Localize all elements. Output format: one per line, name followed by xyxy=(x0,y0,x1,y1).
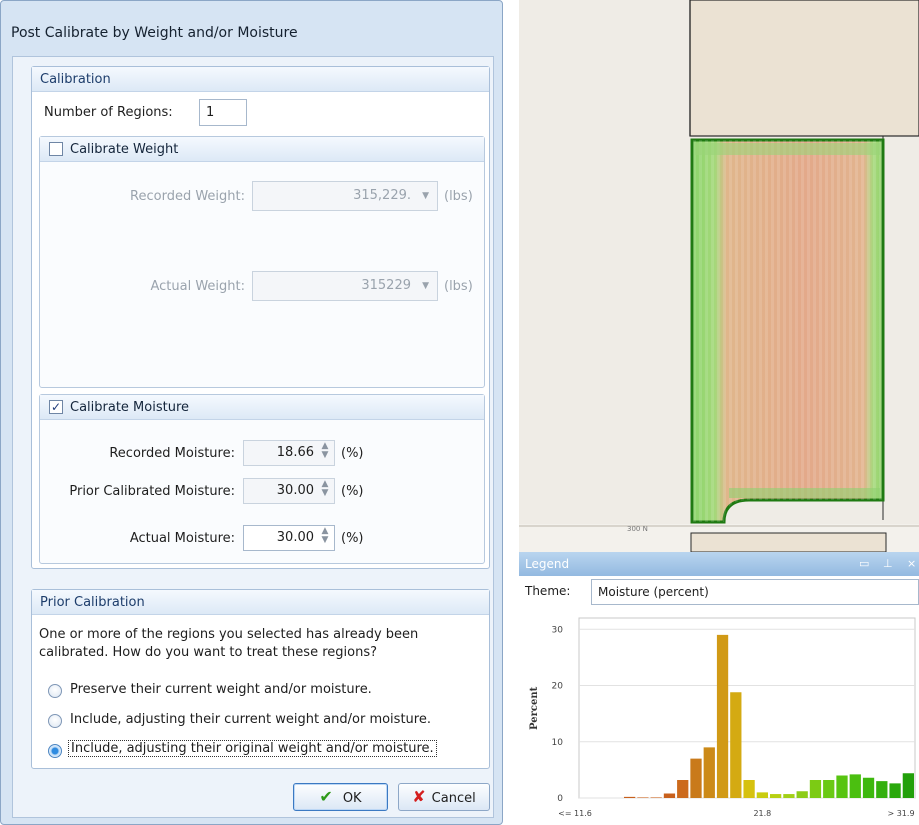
plot-area xyxy=(578,617,916,799)
theme-label: Theme: xyxy=(525,584,571,598)
x-tick-label: <= 11.6 xyxy=(558,809,592,818)
moisture-histogram: Percent 0 10 20 30 <= 11.6 21.8 > 31.9 xyxy=(529,617,916,818)
y-tick-label: 30 xyxy=(552,625,564,635)
calibrate-moisture-label: Calibrate Moisture xyxy=(70,400,190,415)
field-map: 300 N xyxy=(519,0,919,552)
field-headland-top xyxy=(695,143,880,155)
spinner-arrows-icon[interactable]: ▲ ▼ xyxy=(320,527,330,545)
weight-group: Calibrate Weight Recorded Weight: 315,22… xyxy=(39,136,485,388)
regions-field[interactable]: 1 xyxy=(199,99,247,126)
recorded-moisture-label: Recorded Moisture: xyxy=(109,446,235,461)
prior-moisture-field[interactable]: 30.00 ▲ ▼ xyxy=(243,478,335,504)
chevron-down-icon: ▼ xyxy=(422,281,429,291)
histogram-bar xyxy=(743,780,755,798)
regions-label: Number of Regions: xyxy=(44,105,173,120)
histogram-bar xyxy=(796,791,808,798)
weight-header: Calibrate Weight xyxy=(40,137,484,162)
legend-titlebar: Legend ▭ ⊥ × xyxy=(519,552,919,576)
legend-panel: Legend ▭ ⊥ × Theme: Moisture (percent) P… xyxy=(519,552,919,825)
prior-calibration-group: Prior Calibration One or more of the reg… xyxy=(31,589,490,769)
calibration-group: Calibration Number of Regions: 1 Calibra… xyxy=(31,66,490,569)
histogram-bar xyxy=(849,774,861,798)
histogram-bar xyxy=(756,792,768,798)
calibrate-weight-checkbox[interactable] xyxy=(49,142,63,156)
actual-weight-unit: (lbs) xyxy=(444,279,473,294)
actual-moisture-label: Actual Moisture: xyxy=(129,531,235,546)
include-current-radio[interactable] xyxy=(48,714,62,728)
y-tick-label: 20 xyxy=(552,682,564,692)
preserve-option-label[interactable]: Preserve their current weight and/or moi… xyxy=(70,682,372,697)
map-view[interactable]: 300 N xyxy=(519,0,919,552)
actual-moisture-unit: (%) xyxy=(341,531,364,546)
calibrate-weight-label: Calibrate Weight xyxy=(70,142,179,157)
spinner-arrows-icon[interactable]: ▲ ▼ xyxy=(320,442,330,460)
road-label: 300 N xyxy=(627,525,648,533)
prior-description-line2: calibrated. How do you want to treat the… xyxy=(39,645,377,660)
moisture-group: Calibrate Moisture ✓ Recorded Moisture: … xyxy=(39,394,485,564)
include-original-option-label[interactable]: Include, adjusting their original weight… xyxy=(68,740,437,757)
histogram-bar xyxy=(703,747,715,798)
parcel-north xyxy=(689,0,919,137)
calibration-header: Calibration xyxy=(32,67,489,92)
spinner-arrows-icon[interactable]: ▲ ▼ xyxy=(320,480,330,498)
ok-button[interactable]: ✔ OK xyxy=(293,783,388,811)
theme-field[interactable]: Moisture (percent) xyxy=(591,579,919,605)
close-icon[interactable]: × xyxy=(907,552,916,576)
legend-title: Legend xyxy=(525,557,570,571)
parcel-south xyxy=(690,532,887,552)
histogram-bar xyxy=(730,692,742,798)
histogram-bar xyxy=(809,780,822,798)
calibration-dialog: Post Calibrate by Weight and/or Moisture… xyxy=(0,0,503,825)
histogram-bar xyxy=(783,794,795,798)
dialog-title: Post Calibrate by Weight and/or Moisture xyxy=(11,25,298,41)
recorded-weight-field[interactable]: 315,229. ▼ xyxy=(252,181,438,211)
field-texture xyxy=(692,140,883,522)
include-current-option-label[interactable]: Include, adjusting their current weight … xyxy=(70,712,431,727)
recorded-moisture-unit: (%) xyxy=(341,446,364,461)
actual-weight-label: Actual Weight: xyxy=(150,279,245,294)
histogram-bar xyxy=(677,780,689,798)
x-tick-label: 21.8 xyxy=(753,809,771,818)
moisture-header: Calibrate Moisture xyxy=(40,395,484,420)
prior-calibration-header: Prior Calibration xyxy=(32,590,489,615)
histogram-bar xyxy=(876,781,888,798)
recorded-moisture-field[interactable]: 18.66 ▲ ▼ xyxy=(243,440,335,466)
actual-weight-field[interactable]: 315229 ▼ xyxy=(252,271,438,301)
prior-moisture-label: Prior Calibrated Moisture: xyxy=(69,484,235,499)
include-original-radio[interactable] xyxy=(48,744,62,758)
calibrate-moisture-checkbox[interactable]: ✓ xyxy=(49,400,63,414)
histogram-bar xyxy=(650,797,662,798)
prior-description-line1: One or more of the regions you selected … xyxy=(39,627,419,642)
dialog-body: Calibration Number of Regions: 1 Calibra… xyxy=(12,56,494,818)
histogram-bar xyxy=(902,773,914,798)
close-icon: ✘ xyxy=(412,787,426,806)
histogram-bar xyxy=(663,793,676,798)
y-axis-label: Percent xyxy=(529,686,540,730)
histogram-bar xyxy=(823,780,835,798)
recorded-weight-unit: (lbs) xyxy=(444,189,473,204)
histogram-bar xyxy=(889,783,901,798)
y-tick-label: 10 xyxy=(552,738,564,748)
preserve-radio[interactable] xyxy=(48,684,62,698)
pin-icon[interactable]: ⊥ xyxy=(883,552,893,576)
recorded-weight-label: Recorded Weight: xyxy=(130,189,245,204)
actual-moisture-field[interactable]: 30.00 ▲ ▼ xyxy=(243,525,335,551)
histogram-bar xyxy=(836,775,848,798)
histogram-bar xyxy=(716,634,729,798)
y-tick-label: 0 xyxy=(557,794,563,804)
chevron-down-icon: ▼ xyxy=(422,191,429,201)
histogram-bar xyxy=(770,794,782,798)
x-tick-label: > 31.9 xyxy=(887,809,914,818)
histogram-bar xyxy=(637,797,649,798)
histogram-bar xyxy=(862,777,875,798)
checkmark-icon: ✔ xyxy=(319,787,333,806)
field-headland-bottom xyxy=(729,488,880,498)
minimize-icon[interactable]: ▭ xyxy=(859,552,869,576)
cancel-button[interactable]: ✘ Cancel xyxy=(398,783,490,811)
histogram-bar xyxy=(690,758,702,798)
histogram-bar xyxy=(624,796,636,798)
prior-moisture-unit: (%) xyxy=(341,484,364,499)
